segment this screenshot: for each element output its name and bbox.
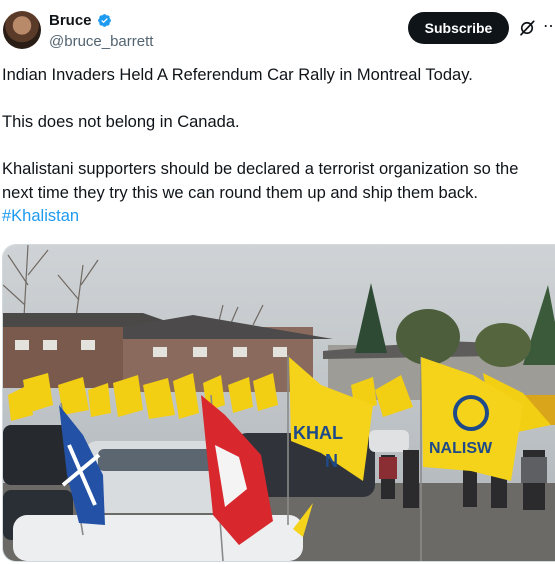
hashtag-link[interactable]: #Khalistan xyxy=(2,207,79,225)
tweet-header: Bruce @bruce_barrett Subscribe ⋯ xyxy=(0,0,555,62)
author-display-name[interactable]: Bruce xyxy=(49,12,92,29)
flag-text-1: KHAL xyxy=(293,423,343,443)
tweet-media-image[interactable]: KHAL N NALISW xyxy=(2,244,555,562)
tweet-line-1: Indian Invaders Held A Referendum Car Ra… xyxy=(2,66,473,84)
flag-text-2: NALISW xyxy=(429,440,493,457)
tweet-line-2: This does not belong in Canada. xyxy=(2,113,240,131)
flag-text-1b: N xyxy=(325,451,338,471)
tweet-text: Indian Invaders Held A Referendum Car Ra… xyxy=(2,64,554,229)
avatar[interactable] xyxy=(3,11,41,49)
author-name-row: Bruce xyxy=(49,12,112,29)
tweet-line-3: Khalistani supporters should be declared… xyxy=(2,160,519,202)
verified-badge-icon xyxy=(97,14,111,27)
grok-icon[interactable] xyxy=(518,19,536,37)
subscribe-button[interactable]: Subscribe xyxy=(408,12,509,44)
rally-photo: KHAL N NALISW xyxy=(3,245,555,561)
author-handle[interactable]: @bruce_barrett xyxy=(49,33,153,50)
